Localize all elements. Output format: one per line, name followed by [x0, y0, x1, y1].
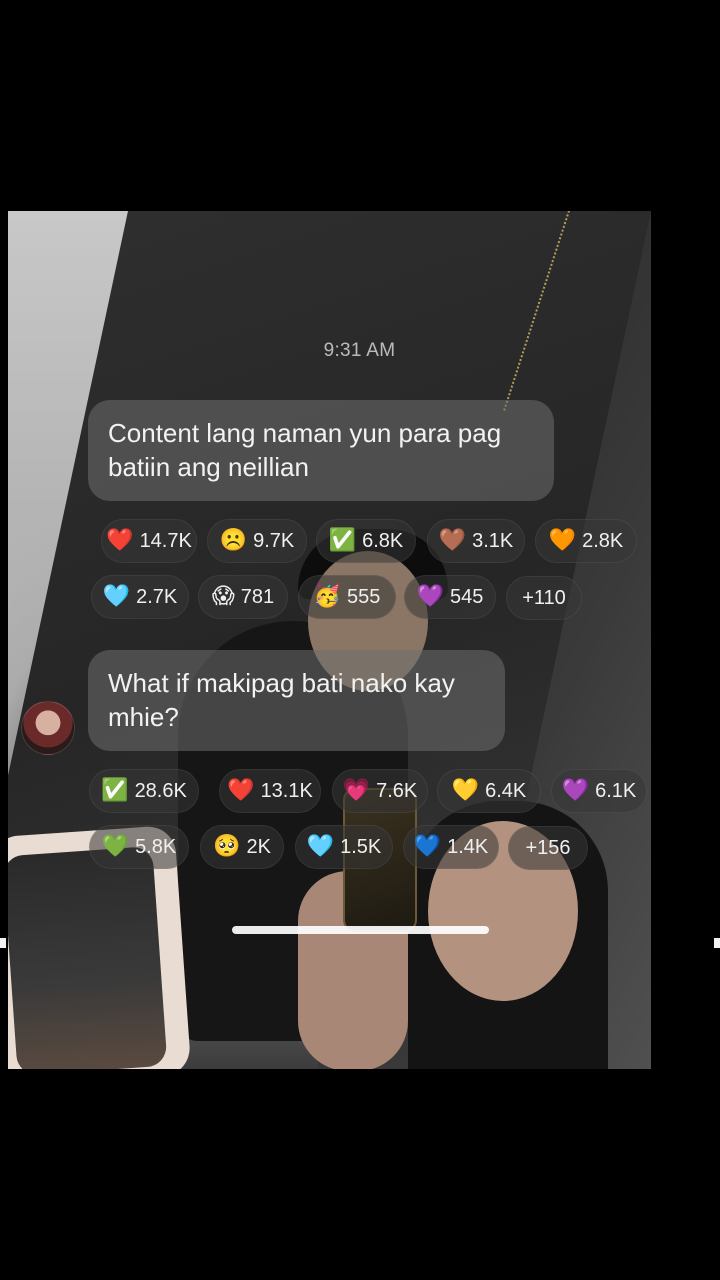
reaction-count: 9.7K [253, 529, 295, 552]
more-reactions-button[interactable]: +156 [508, 826, 588, 870]
reaction-pill[interactable]: ❤️ 14.7K [101, 519, 197, 563]
check-mark-icon: ✅ [101, 778, 129, 803]
partying-face-icon: 🥳 [313, 584, 342, 609]
yellow-heart-icon: 💛 [451, 778, 480, 803]
reaction-pill[interactable]: 🤎 3.1K [427, 519, 525, 563]
message-text-line: mhie? [108, 702, 179, 732]
reaction-pill[interactable]: 💗 7.6K [332, 769, 428, 813]
orange-heart-icon: 🧡 [548, 528, 577, 553]
reaction-count: 6.8K [362, 529, 404, 552]
reaction-pill[interactable]: 🥺 2K [200, 825, 284, 869]
message-text-line: What if makipag bati nako kay [108, 668, 455, 698]
reaction-count: 545 [450, 585, 484, 608]
photo-phone-screen [8, 846, 168, 1069]
reaction-pill[interactable]: ✅ 6.8K [316, 519, 416, 563]
reaction-count: 3.1K [472, 529, 514, 552]
reaction-pill[interactable]: 💜 545 [404, 575, 496, 619]
reaction-pill[interactable]: 🩵 1.5K [295, 825, 393, 869]
reaction-count: 1.5K [340, 835, 382, 858]
blue-heart-icon: 💙 [413, 834, 442, 859]
reaction-count: 2.8K [582, 529, 624, 552]
message-text-line: Content lang naman yun para pag [108, 418, 502, 448]
left-edge-mark [0, 938, 6, 948]
reaction-count: 2.7K [136, 585, 178, 608]
reaction-count: 2K [246, 835, 271, 858]
more-reactions-button[interactable]: +110 [506, 576, 582, 620]
message-bubble[interactable]: Content lang naman yun para pag batiin a… [88, 400, 554, 501]
reaction-pill[interactable]: 🩵 2.7K [91, 575, 189, 619]
reaction-pill[interactable]: ☹️ 9.7K [207, 519, 307, 563]
reaction-pill[interactable]: 💜 6.1K [551, 769, 647, 813]
reaction-count: 28.6K [134, 779, 187, 802]
reaction-pill[interactable]: 😱 781 [198, 575, 288, 619]
reaction-count: 5.8K [135, 835, 177, 858]
light-blue-heart-icon: 🩵 [102, 584, 131, 609]
reaction-count: 781 [240, 585, 275, 608]
reaction-count: 6.4K [485, 779, 527, 802]
reaction-pill[interactable]: ✅ 28.6K [89, 769, 199, 813]
check-mark-icon: ✅ [328, 528, 357, 553]
light-blue-heart-icon: 🩵 [306, 834, 335, 859]
green-heart-icon: 💚 [101, 834, 130, 859]
reaction-count: 555 [347, 585, 381, 608]
frowning-face-icon: ☹️ [219, 528, 248, 553]
red-heart-icon: ❤️ [227, 778, 255, 803]
more-reactions-count: +110 [522, 586, 566, 609]
reaction-count: 6.1K [595, 779, 637, 802]
more-reactions-count: +156 [525, 836, 571, 859]
message-timestamp: 9:31 AM [323, 340, 396, 361]
red-heart-icon: ❤️ [106, 528, 134, 553]
reaction-count: 1.4K [447, 835, 489, 858]
pleading-face-icon: 🥺 [213, 834, 241, 859]
reaction-pill[interactable]: 💚 5.8K [89, 825, 189, 869]
avatar[interactable] [21, 701, 75, 755]
message-text-line: batiin ang neillian [108, 452, 309, 482]
reaction-pill[interactable]: 💛 6.4K [437, 769, 541, 813]
reaction-count: 7.6K [376, 779, 418, 802]
message-bubble[interactable]: What if makipag bati nako kay mhie? [88, 650, 505, 751]
purple-heart-icon: 💜 [416, 584, 445, 609]
reaction-count: 14.7K [139, 529, 192, 552]
reaction-pill[interactable]: 🥳 555 [298, 575, 396, 619]
pink-heart-icon: 💗 [342, 778, 371, 803]
reaction-pill[interactable]: 💙 1.4K [403, 825, 499, 869]
right-edge-mark [714, 938, 720, 948]
brown-heart-icon: 🤎 [438, 528, 467, 553]
reaction-pill[interactable]: ❤️ 13.1K [219, 769, 321, 813]
home-indicator[interactable] [232, 926, 489, 934]
reaction-count: 13.1K [260, 779, 313, 802]
screaming-face-icon: 😱 [211, 584, 235, 609]
purple-heart-icon: 💜 [561, 778, 590, 803]
reaction-pill[interactable]: 🧡 2.8K [535, 519, 637, 563]
